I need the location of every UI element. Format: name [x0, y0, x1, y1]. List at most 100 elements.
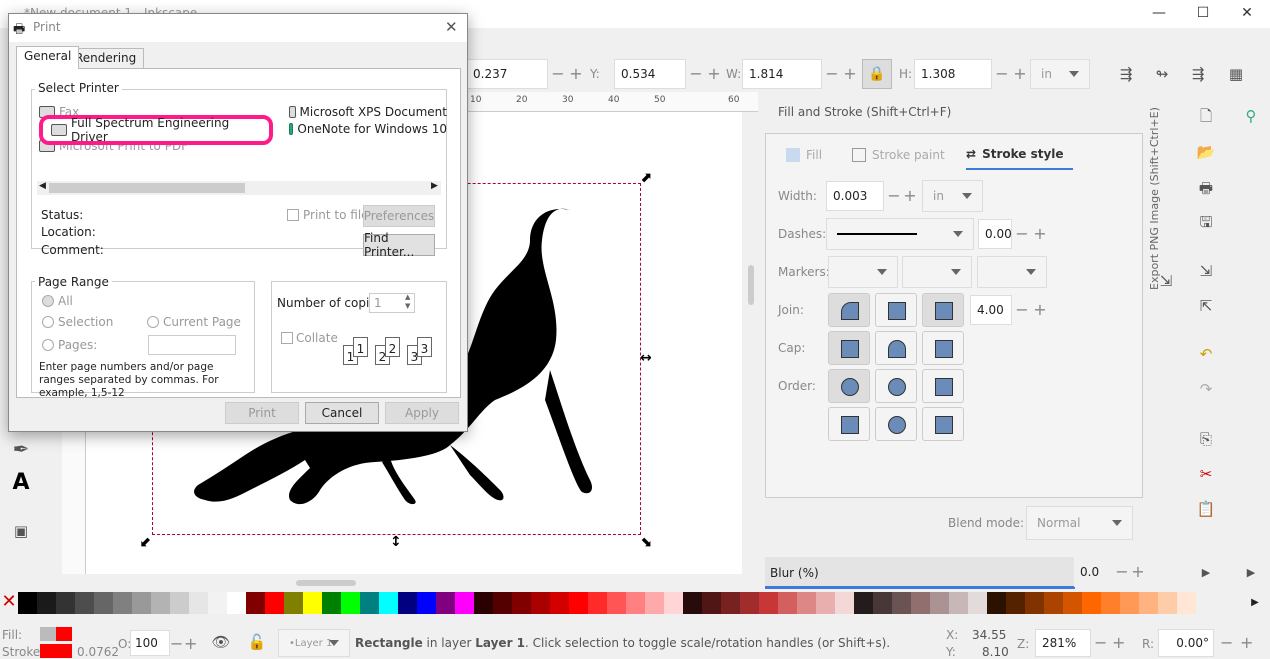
layer-lock-icon[interactable]: 🔓 [246, 631, 268, 653]
zoom-out[interactable]: − [1094, 633, 1107, 652]
preferences-button[interactable]: Preferences [363, 205, 435, 227]
scroll-right-arrow-icon[interactable]: ▶ [1195, 562, 1217, 584]
pages-radio[interactable] [42, 339, 54, 351]
marker-start-select[interactable] [828, 256, 898, 288]
text-tool-icon[interactable]: A [10, 472, 32, 494]
h-field[interactable]: 1.308 [914, 59, 992, 89]
palette-swatch[interactable] [341, 592, 360, 614]
no-paint-swatch[interactable]: ✕ [0, 592, 18, 614]
miter-limit-field[interactable]: 4.00 [970, 295, 1012, 325]
palette-swatch[interactable] [987, 592, 1006, 614]
tab-stroke-paint[interactable]: Stroke paint [852, 140, 945, 170]
vertical-scrollbar[interactable] [748, 265, 754, 305]
palette-swatch[interactable] [645, 592, 664, 614]
rotation-field[interactable]: 0.00° [1158, 629, 1214, 657]
miter-limit-increment[interactable]: + [1030, 295, 1050, 325]
printer-item-onenote[interactable]: OneNote for Windows 10 [289, 122, 447, 136]
dashes-select[interactable] [826, 218, 974, 250]
layer-select[interactable]: •Layer 1 [278, 629, 350, 657]
palette-swatch[interactable] [778, 592, 797, 614]
join-bevel-button[interactable] [922, 293, 964, 327]
palette-swatch[interactable] [1139, 592, 1158, 614]
y-field[interactable]: 0.534 [614, 59, 686, 89]
x-field[interactable]: 0.237 [466, 59, 548, 89]
palette-swatch[interactable] [835, 592, 854, 614]
width-unit-select[interactable]: in [922, 180, 983, 212]
palette-swatch[interactable] [740, 592, 759, 614]
open-icon[interactable]: 📂 [1195, 141, 1217, 163]
printer-list-scrollbar[interactable]: ◀ ▶ [37, 181, 441, 195]
palette-swatch[interactable] [892, 592, 911, 614]
palette-swatch[interactable] [949, 592, 968, 614]
print-to-file-checkbox[interactable] [287, 209, 299, 221]
palette-swatch[interactable] [1063, 592, 1082, 614]
palette-swatch[interactable] [930, 592, 949, 614]
dash-offset-increment[interactable]: + [1030, 219, 1050, 249]
palette-swatch[interactable] [1025, 592, 1044, 614]
blur-increment[interactable]: + [1128, 557, 1148, 587]
palette-swatch[interactable] [797, 592, 816, 614]
palette-swatch[interactable] [1120, 592, 1139, 614]
copy-icon[interactable]: ⎘ [1195, 428, 1217, 450]
export-icon[interactable]: ⇱ [1195, 295, 1217, 317]
y-increment[interactable]: + [704, 59, 724, 89]
palette-swatch[interactable] [911, 592, 930, 614]
y-decrement[interactable]: − [686, 59, 706, 89]
transform-gradient-icon[interactable]: ⇶ [1187, 63, 1209, 85]
palette-swatch[interactable] [132, 592, 151, 614]
palette-swatch[interactable] [37, 592, 56, 614]
snap-toggle-icon[interactable]: ⚲ [1240, 105, 1262, 127]
printer-item-full-spectrum[interactable]: Full Spectrum Engineering Driver [39, 115, 273, 145]
order-stroke-markers-fill-button[interactable] [922, 407, 964, 441]
palette-swatch[interactable] [531, 592, 550, 614]
palette-swatch[interactable] [664, 592, 683, 614]
selection-radio[interactable] [42, 316, 54, 328]
calligraphy-tool-icon[interactable]: ✒ [10, 438, 32, 460]
palette-swatch[interactable] [322, 592, 341, 614]
palette-swatch[interactable] [436, 592, 455, 614]
opacity-increment[interactable]: + [184, 634, 197, 653]
printer-item-xps[interactable]: Microsoft XPS Document [289, 105, 447, 119]
scale-handle-sw[interactable]: ⬋ [140, 534, 152, 550]
palette-swatch[interactable] [360, 592, 379, 614]
miter-limit-decrement[interactable]: − [1012, 295, 1032, 325]
cap-square-button[interactable] [922, 331, 964, 365]
stroke-indicator[interactable] [40, 644, 72, 658]
apply-button[interactable]: Apply [385, 402, 459, 424]
palette-swatch[interactable] [1082, 592, 1101, 614]
palette-swatch[interactable] [18, 592, 37, 614]
close-window-button[interactable]: ✕ [1224, 0, 1270, 28]
palette-swatch[interactable] [284, 592, 303, 614]
h-decrement[interactable]: − [992, 59, 1012, 89]
join-round-button[interactable] [875, 293, 917, 327]
order-fill-markers-stroke-button[interactable] [922, 369, 964, 403]
paste-icon[interactable]: 📋 [1195, 498, 1217, 520]
palette-swatch[interactable] [550, 592, 569, 614]
x-decrement[interactable]: − [548, 59, 568, 89]
opacity-field[interactable]: 100 [130, 630, 170, 656]
palette-swatch[interactable] [816, 592, 835, 614]
new-document-icon[interactable]: 🗋 [1195, 105, 1217, 127]
palette-swatch[interactable] [398, 592, 417, 614]
palette-swatch[interactable] [873, 592, 892, 614]
order-markers-stroke-fill-button[interactable] [875, 407, 917, 441]
scale-handle-se[interactable]: ⬊ [640, 534, 652, 550]
w-field[interactable]: 1.814 [742, 59, 822, 89]
cap-round-button[interactable] [875, 331, 917, 365]
w-increment[interactable]: + [840, 59, 860, 89]
palette-swatch[interactable] [455, 592, 474, 614]
palette-swatch[interactable] [75, 592, 94, 614]
print-button[interactable]: Print [225, 402, 299, 424]
palette-swatch[interactable] [246, 592, 265, 614]
tab-general[interactable]: General [16, 46, 80, 69]
order-normal-button[interactable] [828, 369, 870, 403]
eye-icon[interactable]: 👁 [210, 631, 232, 653]
palette-swatch[interactable] [1006, 592, 1025, 614]
palette-swatch[interactable] [113, 592, 132, 614]
copies-spinner-icon[interactable]: ▲ ▼ [405, 293, 410, 311]
palette-swatch[interactable] [56, 592, 75, 614]
palette-swatch[interactable] [854, 592, 873, 614]
palette-scroll-icon[interactable]: ▶ [1240, 592, 1270, 614]
palette-swatch[interactable] [512, 592, 531, 614]
rotation-increment[interactable]: + [1240, 633, 1253, 652]
